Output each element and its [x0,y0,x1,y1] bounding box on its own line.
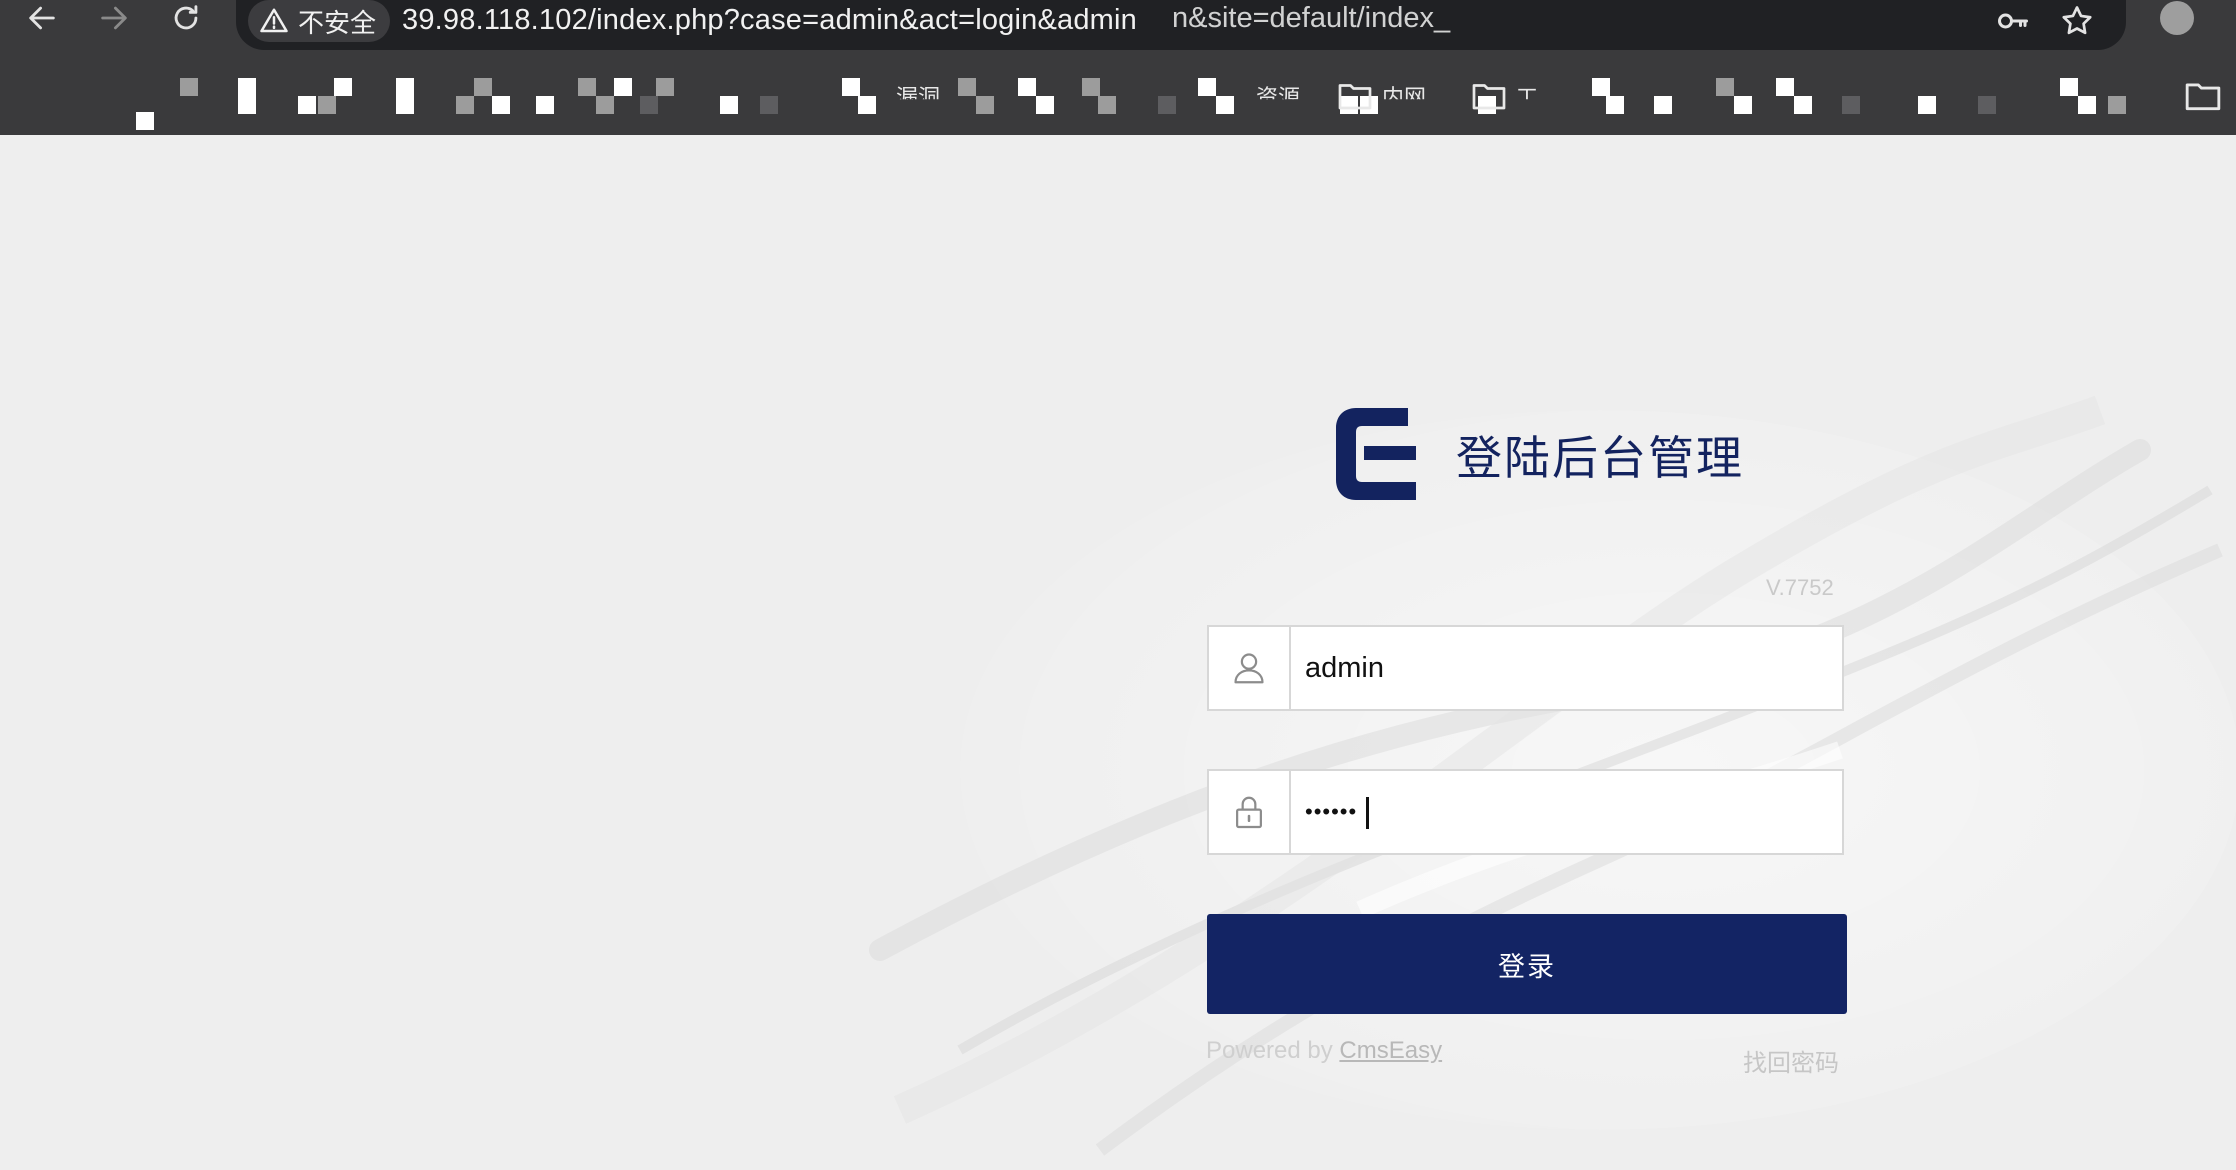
reload-button[interactable] [156,0,216,36]
redacted-pixel-block [842,78,860,96]
cmseasy-logo [1336,408,1416,500]
lock-icon [1236,796,1262,829]
browser-chrome: 不安全 39.98.118.102/index.php?case=admin&a… [0,0,2236,135]
powered-by-footer: Powered by CmsEasy [1206,1037,1442,1065]
reload-icon [174,5,198,30]
powered-by-text: Powered by [1206,1037,1340,1064]
profile-avatar[interactable] [2160,1,2194,35]
forward-arrow-icon [101,6,127,30]
redacted-pixel-block [596,96,614,114]
redacted-pixel-block [238,96,256,114]
cmseasy-link[interactable]: CmsEasy [1339,1037,1442,1064]
address-bar[interactable]: 不安全 39.98.118.102/index.php?case=admin&a… [236,0,2126,50]
bookmark-item[interactable]: 漏洞 [896,74,940,118]
bookmark-label: 漏洞 [896,86,941,111]
redacted-pixel-block [474,78,492,96]
bookmark-item[interactable]: 资源 [1256,74,1300,118]
security-label: 不安全 [298,8,377,39]
redacted-pixel-block [614,78,632,96]
redacted-pixel-block [2078,96,2096,114]
redacted-pixel-block [238,78,256,96]
redacted-pixel-block [1606,96,1624,114]
redacted-pixel-block [656,78,674,96]
password-field[interactable] [1207,769,1844,855]
bookmark-star-button[interactable] [2054,0,2100,44]
bookmark-label: 工 [1516,86,1539,111]
bookmarks-bar-redacted [0,62,2236,130]
folder-icon [1338,84,1372,110]
redacted-pixel-block [958,78,976,96]
lock-icon-box [1209,771,1291,853]
redacted-pixel-block [976,96,994,114]
redacted-pixel-block [180,78,198,96]
text-cursor [1366,797,1369,829]
forgot-password-link[interactable]: 找回密码 [1743,1043,1839,1078]
redacted-pixel-block [1654,96,1672,114]
login-button[interactable]: 登录 [1207,914,1847,1014]
version-label: V.7752 [1766,575,1834,600]
redacted-pixel-block [1098,96,1116,114]
redacted-pixel-block [1776,78,1794,96]
redacted-pixel-block [396,78,414,96]
page-title: 登陆后台管理 [1456,431,1744,485]
folder-icon [1472,84,1506,110]
redacted-pixel-block [1918,96,1936,114]
user-icon [1234,653,1264,684]
redacted-pixel-block [1198,78,1216,96]
back-arrow-icon [29,6,55,30]
key-icon [1998,13,2028,29]
username-input[interactable] [1305,639,1825,697]
redacted-pixel-block [1158,96,1176,114]
redacted-pixel-block [136,112,154,130]
star-icon [2062,6,2092,35]
redacted-pixel-block [640,96,658,114]
redacted-pixel-block [2108,96,2126,114]
warning-triangle-icon [260,8,288,33]
bookmark-folder[interactable]: 内网 [1336,74,1426,118]
redacted-pixel-block [858,96,876,114]
url-text: 39.98.118.102/index.php?case=admin&act=l… [402,4,1137,36]
redacted-pixel-block [456,96,474,114]
username-field[interactable] [1207,625,1844,711]
user-icon-box [1209,627,1291,709]
password-input[interactable] [1305,783,1825,841]
redacted-pixel-block [1018,78,1036,96]
redacted-pixel-block [318,96,336,114]
redacted-pixel-block [536,96,554,114]
redacted-pixel-block [298,96,316,114]
redacted-pixel-block [1716,78,1734,96]
redacted-pixel-block [334,78,352,96]
back-button[interactable] [12,0,72,36]
redacted-pixel-block [760,96,778,114]
folder-icon [2185,83,2221,111]
redacted-pixel-block [1978,96,1996,114]
redacted-pixel-block [1842,96,1860,114]
redacted-pixel-block [720,96,738,114]
redacted-pixel-block [396,96,414,114]
redacted-pixel-block [492,96,510,114]
password-key-button[interactable] [1990,0,2036,44]
redacted-pixel-block [1734,96,1752,114]
redacted-pixel-block [2060,78,2078,96]
redacted-pixel-block [1592,78,1610,96]
bookmark-label: 内网 [1382,86,1427,111]
redacted-pixel-block [1216,96,1234,114]
bookmark-label: 资源 [1256,86,1301,111]
forward-button[interactable] [84,0,144,36]
redacted-pixel-block [578,78,596,96]
redacted-pixel-block [1794,96,1812,114]
redacted-pixel-block [1082,78,1100,96]
bookmark-folder[interactable]: 工 [1470,74,1538,118]
other-bookmarks-folder[interactable] [2184,80,2222,116]
security-indicator[interactable]: 不安全 [248,0,391,42]
url-text-tail: n&site=default/index_ [1172,2,1451,34]
redacted-pixel-block [1036,96,1054,114]
